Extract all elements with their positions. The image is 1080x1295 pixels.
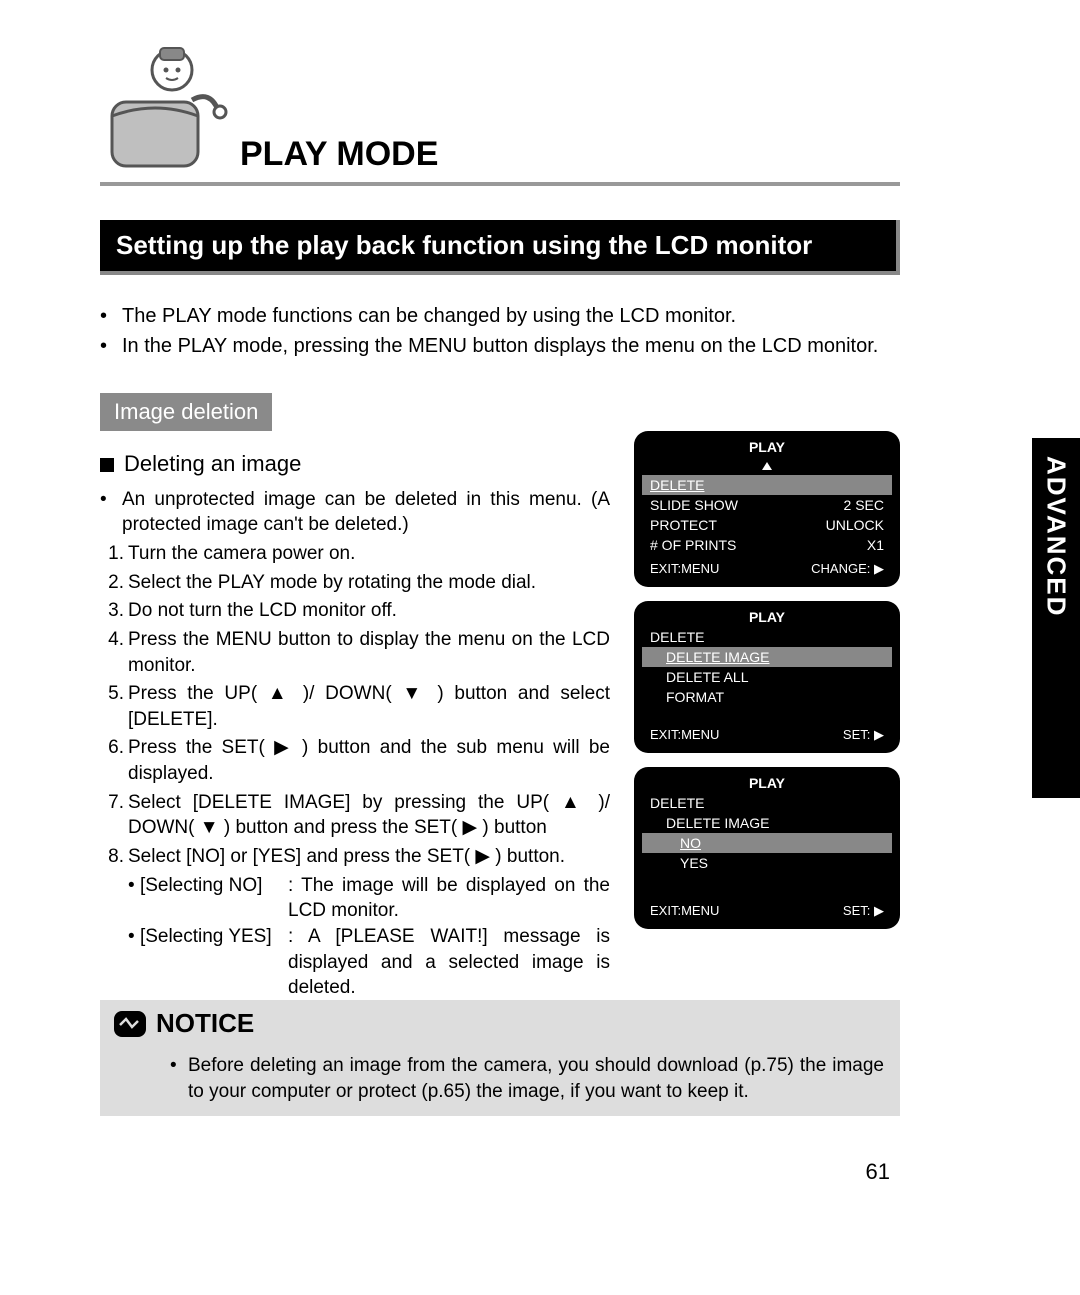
notice-icon: [112, 1009, 148, 1039]
step: Press the SET( ▶ ) button and the sub me…: [128, 735, 610, 786]
step: Do not turn the LCD monitor off.: [128, 598, 610, 624]
lcd-screen-2: PLAY DELETE DELETE IMAGE DELETE ALL FORM…: [634, 601, 900, 753]
header: PLAY MODE: [100, 30, 900, 190]
page-content: PLAY MODE Setting up the play back funct…: [100, 30, 900, 1001]
triangle-up-icon: [762, 462, 772, 470]
notice-text: Before deleting an image from the camera…: [188, 1053, 884, 1104]
step: Turn the camera power on.: [128, 541, 610, 567]
selecting-yes-text: : A [PLEASE WAIT!] message is displayed …: [288, 924, 610, 1001]
selecting-no-label: [Selecting NO]: [140, 875, 263, 896]
header-rule: [100, 182, 900, 186]
page-title: PLAY MODE: [240, 135, 438, 174]
selecting-yes-label: [Selecting YES]: [140, 926, 272, 947]
mascot-illustration: [100, 30, 240, 185]
sub-heading: Deleting an image: [100, 449, 610, 479]
lcd-screen-1: PLAY DELETE SLIDE SHOW2 SEC PROTECTUNLOC…: [634, 431, 900, 587]
square-bullet-icon: [100, 458, 114, 472]
step: Select [NO] or [YES] and press the SET( …: [128, 844, 610, 870]
page-number: 61: [866, 1159, 890, 1185]
intro-line: The PLAY mode functions can be changed b…: [122, 303, 736, 330]
notice-box: NOTICE •Before deleting an image from th…: [100, 1000, 900, 1116]
body-left: Deleting an image •An unprotected image …: [100, 431, 610, 1001]
lcd-screen-3: PLAY DELETE DELETE IMAGE NO YES EXIT:MEN…: [634, 767, 900, 929]
side-tab: ADVANCED: [1032, 438, 1080, 798]
step: Select the PLAY mode by rotating the mod…: [128, 570, 610, 596]
step: Select [DELETE IMAGE] by pressing the UP…: [128, 790, 610, 841]
section-bar: Setting up the play back function using …: [100, 220, 900, 275]
selecting-no-text: : The image will be displayed on the LCD…: [288, 873, 610, 924]
intro-line: In the PLAY mode, pressing the MENU butt…: [122, 333, 878, 360]
step: Press the UP( ▲ )/ DOWN( ▼ ) button and …: [128, 681, 610, 732]
lcd-screens: PLAY DELETE SLIDE SHOW2 SEC PROTECTUNLOC…: [634, 431, 900, 943]
notice-label: NOTICE: [156, 1008, 254, 1039]
body-intro: An unprotected image can be deleted in t…: [122, 487, 610, 538]
intro-text: •The PLAY mode functions can be changed …: [100, 303, 900, 360]
step: Press the MENU button to display the men…: [128, 627, 610, 678]
section-tag: Image deletion: [100, 393, 272, 431]
